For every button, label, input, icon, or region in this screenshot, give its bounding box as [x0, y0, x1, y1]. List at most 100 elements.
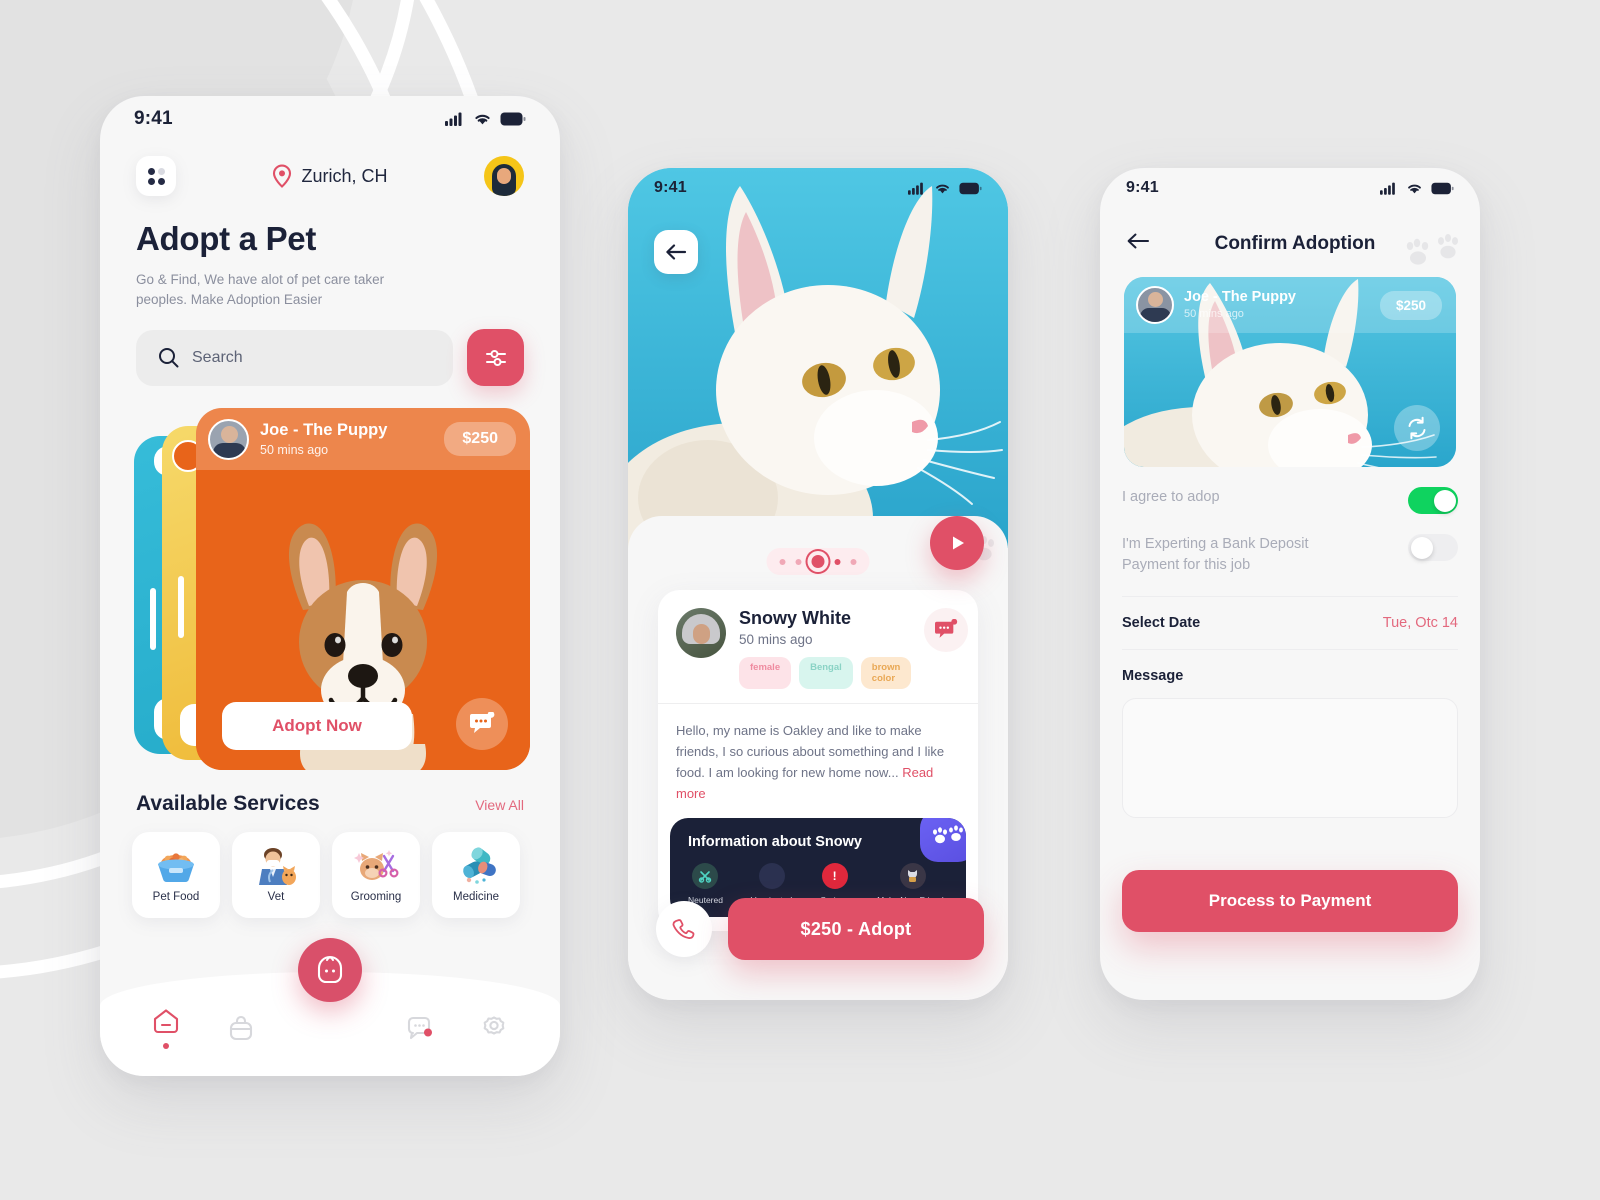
nav-item-chat[interactable] [405, 1014, 433, 1042]
service-card-medicine[interactable]: Medicine [432, 832, 520, 919]
grid-dot [157, 167, 165, 175]
avatar-body [213, 442, 246, 458]
vaccinated-icon [758, 863, 785, 890]
adopt-cta-button[interactable]: $250 - Adopt [728, 898, 984, 960]
avatar-face [693, 624, 710, 644]
process-payment-button[interactable]: Process to Payment [1122, 870, 1458, 932]
pet-card-meta: Joe - The Puppy 50 mins ago [260, 421, 387, 457]
curious-alert-icon: ! [821, 863, 848, 890]
view-all-link[interactable]: View All [475, 797, 524, 813]
grid-menu-button[interactable] [136, 156, 176, 196]
battery-icon [959, 182, 982, 194]
tag-color: brown color [860, 657, 912, 689]
service-card-pet-food[interactable]: Pet Food [132, 832, 220, 919]
nav-item-bag[interactable] [227, 1014, 255, 1042]
owner-avatar [208, 418, 249, 460]
service-label: Vet [267, 891, 285, 904]
status-bar: 9:41 [628, 168, 1008, 208]
nav-item-home[interactable] [152, 1007, 180, 1049]
tag-breed: Bengal [799, 657, 853, 689]
deposit-toggle-row: I'm Experting a Bank Deposit Payment for… [1122, 514, 1458, 576]
battery-icon [500, 112, 526, 126]
service-label: Grooming [350, 891, 402, 904]
pet-tags: female Bengal brown color [739, 657, 912, 689]
nav-items [100, 1006, 560, 1050]
services-row: Pet Food Vet Grooming Medicine [100, 816, 560, 919]
chat-bubble-icon [470, 712, 495, 734]
pet-timestamp: 50 mins ago [260, 443, 329, 458]
toggle-knob [1433, 489, 1456, 512]
pet-owner-name: Joe - The Puppy [260, 421, 388, 440]
wifi-icon [1408, 184, 1421, 193]
carousel-dot[interactable] [834, 558, 841, 565]
pet-name: Snowy White [739, 608, 851, 628]
pet-detail-card: Snowy White 50 mins ago female Bengal br… [658, 590, 978, 932]
confirm-card-header: Joe - The Puppy 50 mins ago $250 [1124, 277, 1456, 333]
paw-badge [920, 818, 966, 863]
deposit-toggle[interactable] [1408, 534, 1458, 561]
carousel-dot-active[interactable] [811, 555, 825, 568]
phone-detail-screen: 9:41 Snowy White 50 mins ago female Beng… [628, 168, 1008, 1000]
pet-food-bowl-icon [158, 853, 194, 883]
agree-toggle-row: I agree to adop [1122, 467, 1458, 514]
avatar-face [496, 168, 511, 184]
agree-toggle[interactable] [1408, 487, 1458, 514]
pet-detail-meta: Snowy White 50 mins ago female Bengal br… [739, 608, 912, 689]
select-date-row[interactable]: Select Date Tue, Otc 14 [1122, 597, 1458, 631]
filter-sliders-icon [485, 349, 506, 366]
owner-avatar [1136, 286, 1174, 324]
status-icons [1380, 182, 1454, 195]
refresh-button[interactable] [1394, 405, 1440, 451]
grid-dot [147, 177, 155, 185]
pet-timestamp: 50 mins ago [1184, 307, 1244, 320]
friends-cat-icon [899, 863, 926, 890]
status-icons [445, 112, 526, 126]
bottom-navigation [100, 938, 560, 1076]
pet-card-front[interactable]: Joe - The Puppy 50 mins ago $250 Adopt N… [196, 408, 530, 771]
paw-prints-icon [933, 825, 963, 844]
chat-button[interactable] [456, 698, 508, 751]
back-button[interactable] [654, 230, 698, 274]
message-input[interactable] [1122, 698, 1458, 819]
deposit-label: I'm Experting a Bank Deposit Payment for… [1122, 536, 1309, 574]
service-card-grooming[interactable]: Grooming [332, 832, 420, 919]
home-top-bar: Zurich, CH [100, 142, 560, 196]
avatar-head [1148, 292, 1163, 307]
wifi-icon [475, 114, 490, 125]
avatar[interactable] [483, 156, 524, 196]
owner-avatar [676, 608, 726, 658]
nav-item-settings[interactable] [480, 1014, 508, 1042]
services-header: Available Services View All [100, 778, 560, 816]
chat-bubble-icon [935, 619, 958, 638]
detail-sheet: Snowy White 50 mins ago female Bengal br… [628, 516, 1008, 1000]
filter-button[interactable] [467, 329, 524, 387]
service-card-vet[interactable]: Vet [232, 832, 320, 919]
carousel-dot[interactable] [795, 558, 802, 565]
play-button[interactable] [930, 516, 984, 570]
adopt-now-button[interactable]: Adopt Now [222, 702, 412, 751]
confirm-card-meta: Joe - The Puppy 50 mins ago [1184, 289, 1296, 320]
avatar-body [1140, 308, 1171, 322]
services-title: Available Services [136, 792, 320, 816]
agree-label: I agree to adop [1122, 489, 1220, 505]
search-input[interactable]: Search [136, 329, 453, 386]
pet-description: Hello, my name is Oakley and like to mak… [658, 704, 978, 804]
location-label: Zurich, CH [301, 165, 388, 186]
neutered-icon [692, 863, 719, 890]
carousel-dot[interactable] [779, 558, 786, 565]
status-bar: 9:41 [100, 96, 560, 142]
carousel-dots[interactable] [766, 548, 870, 575]
detail-actions: $250 - Adopt [656, 898, 984, 960]
call-button[interactable] [656, 901, 712, 957]
search-row: Search [100, 309, 560, 387]
settings-gear-icon [483, 1016, 505, 1035]
pet-bag-fab[interactable] [298, 938, 362, 1002]
message-button[interactable] [924, 608, 969, 652]
service-label: Medicine [452, 891, 500, 904]
carousel-dot[interactable] [850, 558, 857, 565]
veterinarian-icon [259, 848, 296, 886]
search-placeholder: Search [192, 348, 243, 366]
cellular-signal-icon [1380, 182, 1395, 195]
toggle-knob [1410, 536, 1433, 559]
location-selector[interactable]: Zurich, CH [272, 164, 388, 188]
